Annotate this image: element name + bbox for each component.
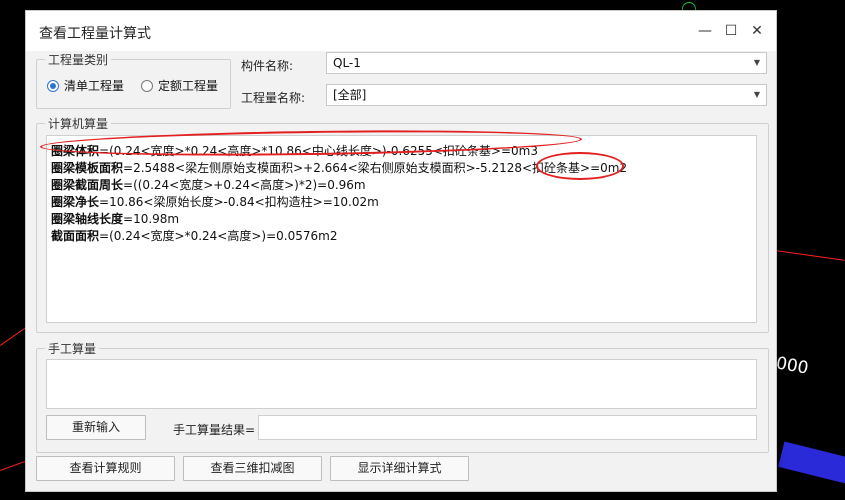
quantity-type-group: 工程量类别 清单工程量 定额工程量: [36, 51, 231, 109]
calc-line-name: 圈梁净长: [51, 195, 100, 209]
component-name-label: 构件名称:: [241, 59, 294, 73]
title-bar: 查看工程量计算式 — ☐ ✕: [26, 11, 776, 51]
reenter-button[interactable]: 重新输入: [46, 415, 146, 440]
cad-dimension-text: 000: [774, 353, 810, 379]
computer-calc-textbox[interactable]: 圈梁体积=(0.24<宽度>*0.24<高度>*10.86<中心线长度>)-0.…: [46, 135, 757, 323]
calc-line-name: 圈梁轴线长度: [51, 212, 124, 226]
manual-calc-title: 手工算量: [45, 340, 100, 357]
quantity-name-value: [全部]: [333, 88, 367, 102]
calc-line: 圈梁截面周长=((0.24<宽度>+0.24<高度>)*2)=0.96m: [51, 176, 366, 193]
manual-calc-textbox[interactable]: [46, 359, 757, 409]
calc-line-formula: =10.98m: [123, 212, 180, 226]
chevron-down-icon: ▼: [753, 58, 760, 67]
manual-result-input[interactable]: [258, 415, 757, 440]
radio-unselected-icon: [141, 79, 153, 92]
quantity-name-select[interactable]: [全部] ▼: [326, 84, 767, 106]
calc-line-name: 截面面积: [51, 229, 100, 243]
calc-line: 截面面积=(0.24<宽度>*0.24<高度>)=0.0576m2: [51, 227, 337, 244]
annotation-ellipse: [536, 152, 624, 180]
calc-line: 圈梁净长=10.86<梁原始长度>-0.84<扣构造柱>=10.02m: [51, 193, 379, 210]
calc-line-formula: =10.86<梁原始长度>-0.84<扣构造柱>=10.02m: [99, 195, 379, 209]
radio-bill-quantity-label: 清单工程量: [64, 79, 125, 93]
maximize-button[interactable]: ☐: [719, 19, 743, 43]
calc-line-formula: =((0.24<宽度>+0.24<高度>)*2)=0.96m: [123, 178, 366, 192]
cad-blue-shape: [778, 441, 845, 489]
radio-selected-icon: [47, 79, 59, 92]
calc-line-name: 圈梁模板面积: [51, 161, 124, 175]
quantity-type-title: 工程量类别: [45, 51, 112, 68]
component-name-select[interactable]: QL-1 ▼: [326, 52, 767, 74]
close-button[interactable]: ✕: [745, 19, 769, 43]
component-name-value: QL-1: [333, 56, 361, 70]
calc-line: 圈梁轴线长度=10.98m: [51, 210, 179, 227]
quantity-name-label: 工程量名称:: [241, 91, 306, 105]
view-3d-button[interactable]: 查看三维扣减图: [183, 456, 322, 481]
chevron-down-icon: ▼: [753, 90, 760, 99]
calc-formula-dialog: 查看工程量计算式 — ☐ ✕ 工程量类别 清单工程量 定额工程量 构件名称: Q…: [25, 10, 777, 492]
radio-quota-quantity-label: 定额工程量: [158, 79, 219, 93]
calc-line-name: 圈梁截面周长: [51, 178, 124, 192]
manual-calc-group: 手工算量 重新输入 手工算量结果=: [36, 340, 769, 453]
view-rules-button[interactable]: 查看计算规则: [36, 456, 175, 481]
manual-result-label: 手工算量结果=: [173, 423, 256, 437]
radio-bill-quantity[interactable]: 清单工程量: [47, 77, 124, 94]
minimize-button[interactable]: —: [693, 19, 717, 43]
calc-line-formula: =(0.24<宽度>*0.24<高度>)=0.0576m2: [99, 229, 338, 243]
dialog-title: 查看工程量计算式: [39, 26, 151, 42]
radio-quota-quantity[interactable]: 定额工程量: [141, 77, 218, 94]
show-detail-button[interactable]: 显示详细计算式: [330, 456, 469, 481]
cad-red-line: [774, 250, 845, 261]
computer-calc-title: 计算机算量: [45, 115, 112, 132]
